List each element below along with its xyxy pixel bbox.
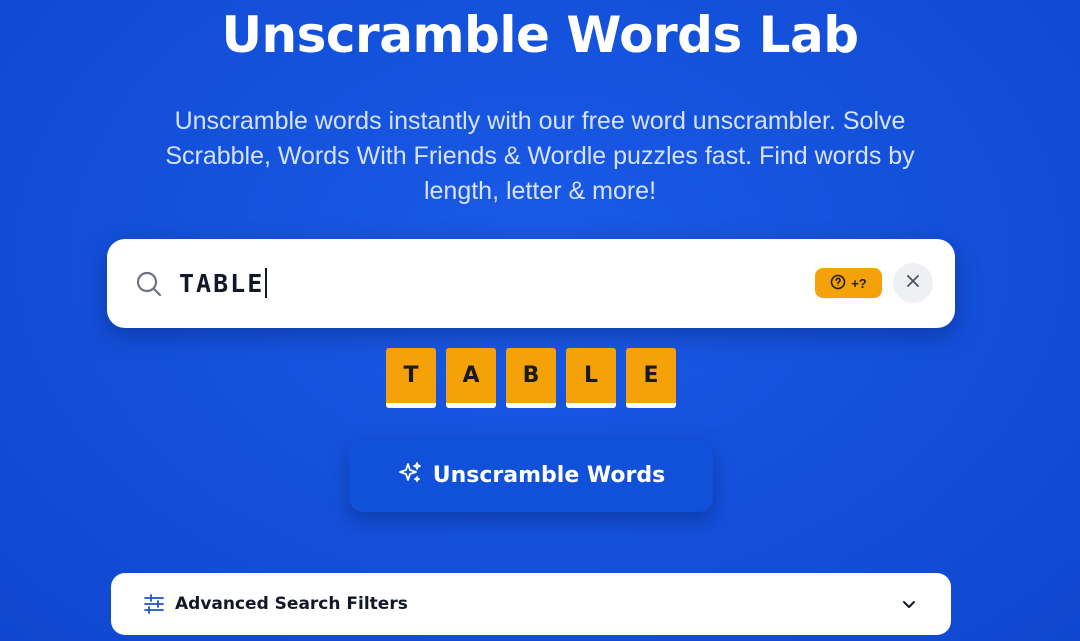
- advanced-filters-label: Advanced Search Filters: [175, 594, 408, 614]
- letter-tile: B: [506, 348, 556, 408]
- search-input-value: TABLE: [179, 268, 265, 298]
- unscramble-button[interactable]: Unscramble Words: [349, 439, 713, 512]
- close-icon: [906, 274, 920, 293]
- advanced-filters-toggle[interactable]: Advanced Search Filters: [111, 573, 951, 635]
- letter-tile: E: [626, 348, 676, 408]
- text-caret: [265, 268, 267, 298]
- letter-tile: L: [566, 348, 616, 408]
- letter-tiles: T A B L E: [386, 348, 676, 408]
- sliders-icon: [143, 593, 165, 615]
- letter-tile: T: [386, 348, 436, 408]
- page-title: Unscramble Words Lab: [221, 6, 859, 64]
- chevron-down-icon: [899, 594, 919, 614]
- sparkles-icon: [397, 460, 423, 492]
- question-circle-icon: [830, 274, 846, 293]
- search-box: TABLE +?: [107, 239, 955, 328]
- wildcard-button[interactable]: +?: [815, 268, 882, 298]
- letter-tile: A: [446, 348, 496, 408]
- clear-button[interactable]: [893, 263, 933, 303]
- search-input[interactable]: TABLE: [179, 265, 267, 301]
- search-icon: [135, 270, 163, 298]
- wildcard-label: +?: [851, 275, 867, 291]
- page-subtitle: Unscramble words instantly with our free…: [165, 107, 915, 205]
- unscramble-button-label: Unscramble Words: [432, 463, 666, 488]
